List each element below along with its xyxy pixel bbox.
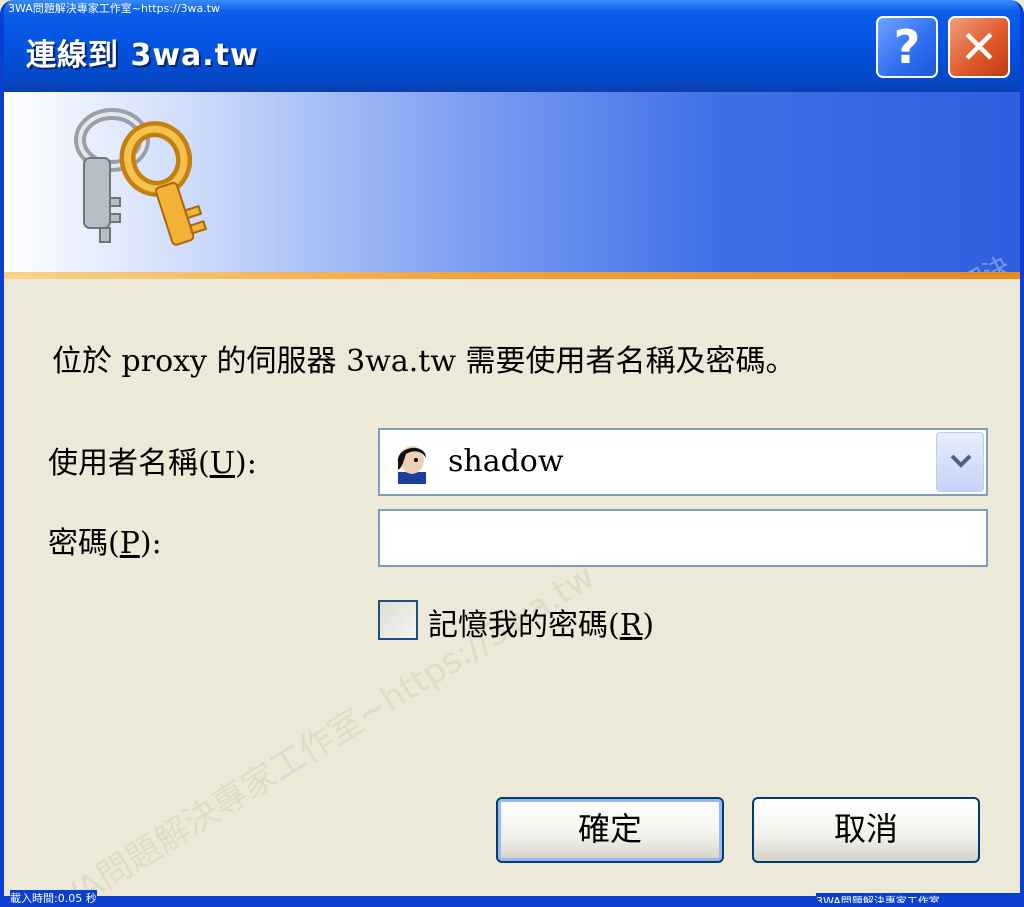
remember-password-label[interactable]: 記憶我的密碼(R) xyxy=(428,600,654,644)
username-combobox[interactable]: shadow xyxy=(378,428,988,496)
username-label: 使用者名稱(U): xyxy=(48,446,257,481)
login-dialog: 3WA問題解決專家工作室~https://3wa.tw 連線到 3wa.tw ?… xyxy=(0,0,1024,907)
ok-button[interactable]: 確定 xyxy=(496,797,724,863)
load-time-text: 載入時間:0.05 秒 xyxy=(10,890,97,905)
banner-watermark: 3WA問題解決 xyxy=(855,246,1016,274)
remember-password-checkbox[interactable] xyxy=(378,600,418,640)
close-icon: ✕ xyxy=(959,20,999,74)
user-icon xyxy=(397,446,426,484)
title-bar[interactable]: 3WA問題解決專家工作室~https://3wa.tw 連線到 3wa.tw ?… xyxy=(4,0,1020,92)
footer-watermark: 3WA問題解決專家工作室~https://3wa.tw xyxy=(816,893,1020,903)
prompt-message: 位於 proxy 的伺服器 3wa.tw 需要使用者名稱及密碼。 xyxy=(52,344,796,379)
password-field[interactable] xyxy=(378,509,988,567)
password-label: 密碼(P): xyxy=(48,526,162,561)
header-banner: 3WA問題解決 xyxy=(4,92,1020,274)
close-button[interactable]: ✕ xyxy=(948,16,1010,78)
cancel-button[interactable]: 取消 xyxy=(752,797,980,863)
dropdown-button[interactable] xyxy=(936,432,984,492)
watermark-text: 3WA問題解決專家工作室~https://3wa.tw xyxy=(8,2,220,15)
help-button[interactable]: ? xyxy=(876,16,938,78)
chevron-down-icon xyxy=(950,454,972,468)
question-icon: ? xyxy=(893,20,921,74)
window-title: 連線到 3wa.tw xyxy=(26,38,259,73)
keys-icon xyxy=(74,108,208,246)
banner-divider xyxy=(4,272,1020,279)
username-value: shadow xyxy=(448,444,564,479)
